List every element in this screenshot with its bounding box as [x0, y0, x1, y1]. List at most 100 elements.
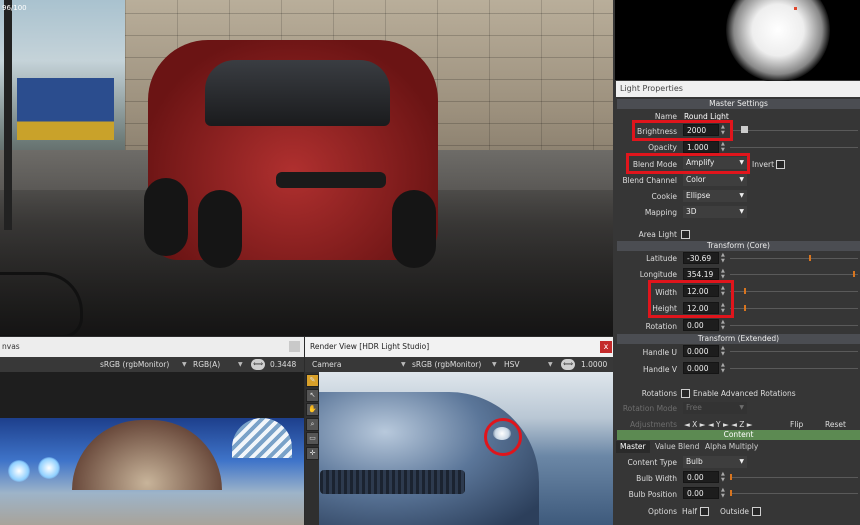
chevron-down-icon[interactable]: ▼ [401, 361, 406, 368]
blue-car-grille [320, 470, 465, 494]
close-icon[interactable]: x [600, 341, 612, 353]
rotation-mode-label: Rotation Mode [622, 404, 677, 413]
light-properties-title: Light Properties [616, 81, 860, 97]
width-slider[interactable] [730, 291, 858, 292]
longitude-slider[interactable] [730, 274, 858, 275]
master-settings-header[interactable]: Master Settings [617, 99, 860, 109]
main-photo-viewport[interactable] [0, 0, 613, 336]
handle-u-spinner[interactable]: ▲ ▼ [721, 345, 728, 357]
cookie-label: Cookie [651, 192, 677, 201]
rotation-label: Rotation [645, 322, 677, 331]
canvas-close-button[interactable] [289, 341, 300, 352]
canvas-color-space[interactable]: sRGB (rgbMonitor) [100, 360, 169, 369]
transform-extended-header[interactable]: Transform (Extended) [617, 334, 860, 344]
chevron-down-icon[interactable]: ▼ [492, 361, 497, 368]
render-view-toolbar: Camera ▼ sRGB (rgbMonitor) ▼ HSV ▼ ⟺ 1.0… [305, 357, 613, 372]
tab-value-blend[interactable]: Value Blend [651, 441, 703, 453]
brightness-slider-handle[interactable] [741, 126, 748, 133]
content-header[interactable]: Content [617, 430, 860, 440]
tab-alpha-multiply[interactable]: Alpha Multiply [701, 441, 762, 453]
canvas-channels[interactable]: RGB(A) [193, 360, 220, 369]
bulb-width-slider-handle[interactable] [730, 474, 732, 480]
zoom-icon[interactable]: ⌕ [306, 418, 319, 431]
rotations-label: Rotations [641, 389, 677, 398]
render-zoom[interactable]: 1.0000 [581, 360, 607, 369]
opacity-spinner[interactable]: ▲ ▼ [721, 141, 728, 153]
area-light-checkbox[interactable] [681, 230, 690, 239]
canvas-toolbar: sRGB (rgbMonitor) ▼ RGB(A) ▼ ⟺ 0.3448 [0, 357, 304, 372]
invert-checkbox[interactable] [776, 160, 785, 169]
fit-view-icon[interactable]: ⟺ [251, 359, 265, 370]
latitude-spinner[interactable]: ▲ ▼ [721, 252, 728, 264]
fit-view-icon[interactable]: ⟺ [561, 359, 575, 370]
outside-checkbox[interactable] [752, 507, 761, 516]
adjustment-axes[interactable]: ◄ X ► ◄ Y ► ◄ Z ► [684, 420, 753, 429]
mapping-dropdown[interactable]: 3D ▼ [683, 206, 747, 218]
bulb-width-field[interactable]: 0.00 [683, 471, 719, 483]
hdri-light-spot[interactable] [8, 460, 30, 482]
hand-pan-icon[interactable]: ✋ [306, 403, 319, 416]
cookie-dropdown[interactable]: Ellipse ▼ [683, 190, 747, 202]
half-checkbox[interactable] [700, 507, 709, 516]
chevron-down-icon[interactable]: ▼ [548, 361, 553, 368]
chevron-down-icon: ▼ [739, 458, 744, 465]
region-icon[interactable]: ▭ [306, 432, 319, 445]
longitude-slider-handle[interactable] [853, 271, 855, 277]
crosshair-icon[interactable]: ✛ [306, 447, 319, 460]
width-slider-handle[interactable] [744, 288, 746, 294]
bulb-position-spinner[interactable]: ▲ ▼ [721, 487, 728, 499]
car-wheel-front-left [198, 190, 242, 268]
handle-v-spinner[interactable]: ▲ ▼ [721, 362, 728, 374]
bulb-position-slider[interactable] [730, 493, 858, 494]
bulb-position-label: Bulb Position [628, 490, 677, 499]
chevron-down-icon: ▼ [739, 208, 744, 215]
hdri-light-spot[interactable] [38, 457, 60, 479]
handle-u-slider[interactable] [730, 351, 858, 352]
latitude-slider[interactable] [730, 258, 858, 259]
latitude-field[interactable]: -30.69 [683, 252, 719, 264]
content-type-dropdown[interactable]: Bulb ▼ [683, 456, 747, 468]
latitude-label: Latitude [646, 254, 677, 263]
height-slider-handle[interactable] [744, 305, 746, 311]
select-arrow-icon[interactable]: ↖ [306, 389, 319, 402]
invert-label: Invert [752, 160, 775, 169]
light-position-marker[interactable] [794, 7, 797, 10]
opacity-field[interactable]: 1.000 [683, 141, 719, 153]
bulb-width-spinner[interactable]: ▲ ▼ [721, 471, 728, 483]
render-camera[interactable]: Camera [312, 360, 341, 369]
rotation-slider[interactable] [730, 325, 858, 326]
flip-button[interactable]: Flip [790, 420, 803, 429]
height-slider[interactable] [730, 308, 858, 309]
rotation-field[interactable]: 0.00 [683, 319, 719, 331]
rotation-mode-dropdown[interactable]: Free ▼ [683, 402, 747, 414]
handle-v-label: Handle V [643, 365, 677, 374]
bulb-width-slider[interactable] [730, 477, 858, 478]
chevron-down-icon[interactable]: ▼ [182, 361, 187, 368]
blend-channel-dropdown[interactable]: Color ▼ [683, 174, 747, 186]
content-type-label: Content Type [627, 458, 677, 467]
render-view-titlebar: Render View [HDR Light Studio] [305, 337, 613, 357]
advanced-rotations-checkbox[interactable] [681, 389, 690, 398]
bulb-position-field[interactable]: 0.00 [683, 487, 719, 499]
bulb-position-slider-handle[interactable] [730, 490, 732, 496]
longitude-field[interactable]: 354.19 [683, 268, 719, 280]
canvas-zoom[interactable]: 0.3448 [270, 360, 296, 369]
transform-core-header[interactable]: Transform (Core) [617, 241, 860, 251]
latitude-slider-handle[interactable] [809, 255, 811, 261]
handle-v-field[interactable]: 0.000 [683, 362, 719, 374]
chevron-down-icon[interactable]: ▼ [238, 361, 243, 368]
render-mode[interactable]: HSV [504, 360, 520, 369]
car-windshield [205, 60, 390, 126]
longitude-spinner[interactable]: ▲ ▼ [721, 268, 728, 280]
brightness-slider[interactable] [730, 130, 858, 131]
handle-v-slider[interactable] [730, 368, 858, 369]
area-light-label: Area Light [638, 230, 677, 239]
handle-u-field[interactable]: 0.000 [683, 345, 719, 357]
reset-button[interactable]: Reset [825, 420, 846, 429]
render-color-space[interactable]: sRGB (rgbMonitor) [412, 360, 481, 369]
car-wheel-left [144, 178, 188, 256]
tab-master[interactable]: Master [616, 441, 650, 453]
paint-brush-icon[interactable]: ✎ [306, 374, 319, 387]
rotation-spinner[interactable]: ▲ ▼ [721, 319, 728, 331]
opacity-slider[interactable] [730, 147, 858, 148]
